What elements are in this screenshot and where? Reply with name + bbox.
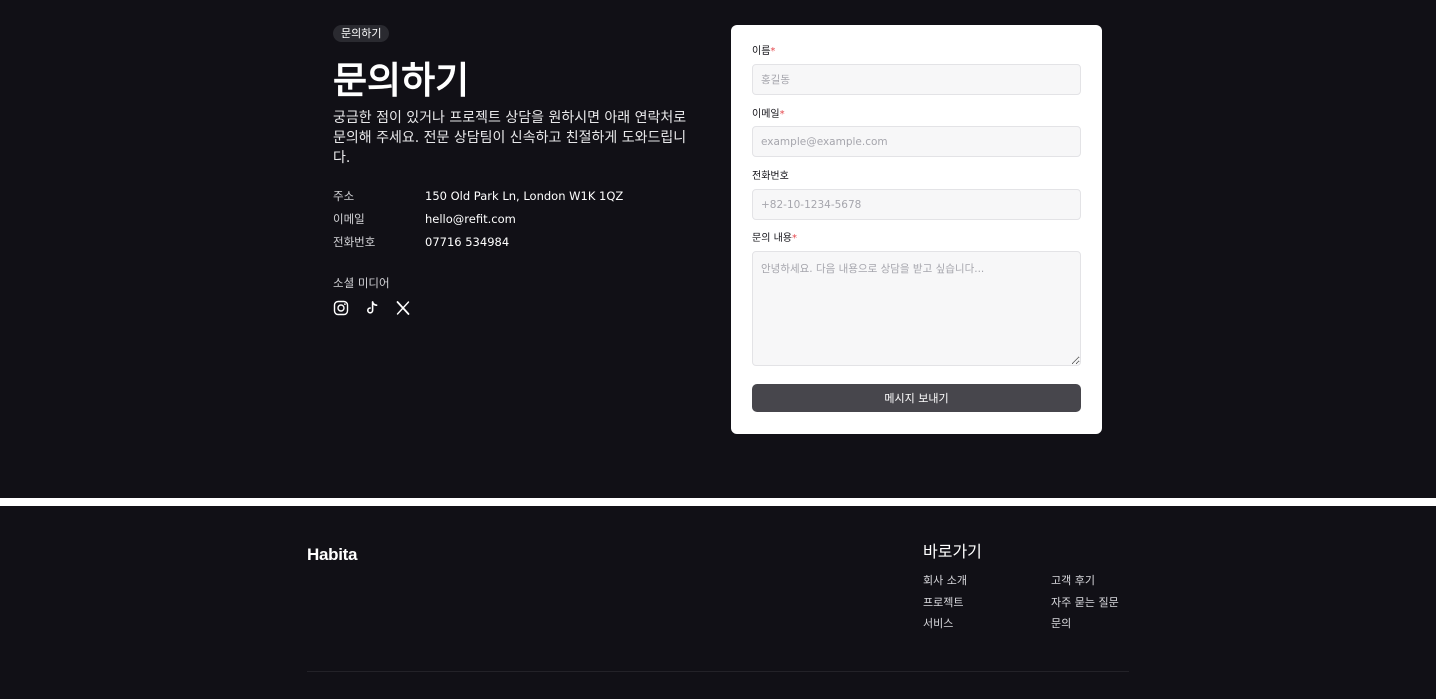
footer-link-reviews[interactable]: 고객 후기	[1051, 573, 1095, 589]
footer-divider	[307, 671, 1129, 672]
footer-link-faq[interactable]: 자주 묻는 질문	[1051, 595, 1119, 611]
email-required-mark: *	[779, 109, 785, 120]
x-icon[interactable]	[395, 300, 411, 316]
footer-logo[interactable]: Habita	[307, 545, 357, 565]
message-label-text: 문의 내용	[752, 233, 792, 244]
message-textarea[interactable]	[752, 251, 1081, 366]
name-required-mark: *	[770, 46, 776, 57]
email-label-text: 이메일	[752, 109, 780, 120]
contact-section: 문의하기 문의하기 궁금한 점이 있거나 프로젝트 상담을 원하시면 아래 연락…	[0, 0, 1436, 498]
footer-link-projects[interactable]: 프로젝트	[923, 595, 963, 611]
phone-label: 전화번호	[333, 235, 376, 249]
phone-label-text: 전화번호	[752, 171, 789, 182]
message-required-mark: *	[791, 233, 797, 244]
section-divider	[0, 498, 1436, 506]
message-label: 문의 내용*	[752, 232, 797, 246]
address-value: 150 Old Park Ln, London W1K 1QZ	[425, 189, 624, 203]
email-input[interactable]	[752, 126, 1081, 157]
name-label-text: 이름	[752, 46, 771, 57]
intro-text: 궁금한 점이 있거나 프로젝트 상담을 원하시면 아래 연락처로 문의해 주세요…	[333, 110, 687, 166]
name-label: 이름*	[752, 45, 775, 59]
contact-form: 이름* 이메일* 전화번호 문의 내용* 메시지 보내기	[731, 25, 1102, 434]
footer-link-services[interactable]: 서비스	[923, 616, 953, 632]
email-label: 이메일	[333, 212, 365, 226]
footer-link-about[interactable]: 회사 소개	[923, 573, 967, 589]
page-title: 문의하기	[333, 59, 470, 102]
social-title: 소셜 미디어	[333, 276, 390, 290]
footer-nav-title: 바로가기	[923, 542, 982, 561]
send-message-button[interactable]: 메시지 보내기	[752, 384, 1081, 412]
phone-input[interactable]	[752, 189, 1081, 220]
tiktok-icon[interactable]	[364, 300, 380, 316]
email-value: hello@refit.com	[425, 212, 516, 226]
instagram-icon[interactable]	[333, 300, 349, 316]
address-label: 주소	[333, 189, 355, 203]
section-badge: 문의하기	[333, 25, 390, 42]
email-label: 이메일*	[752, 108, 785, 122]
footer-link-contact[interactable]: 문의	[1051, 616, 1071, 632]
name-input[interactable]	[752, 64, 1081, 95]
footer: Habita 바로가기 회사 소개 프로젝트 서비스 고객 후기 자주 묻는 질…	[0, 506, 1436, 699]
phone-label: 전화번호	[752, 170, 789, 184]
phone-value: 07716 534984	[425, 235, 510, 249]
